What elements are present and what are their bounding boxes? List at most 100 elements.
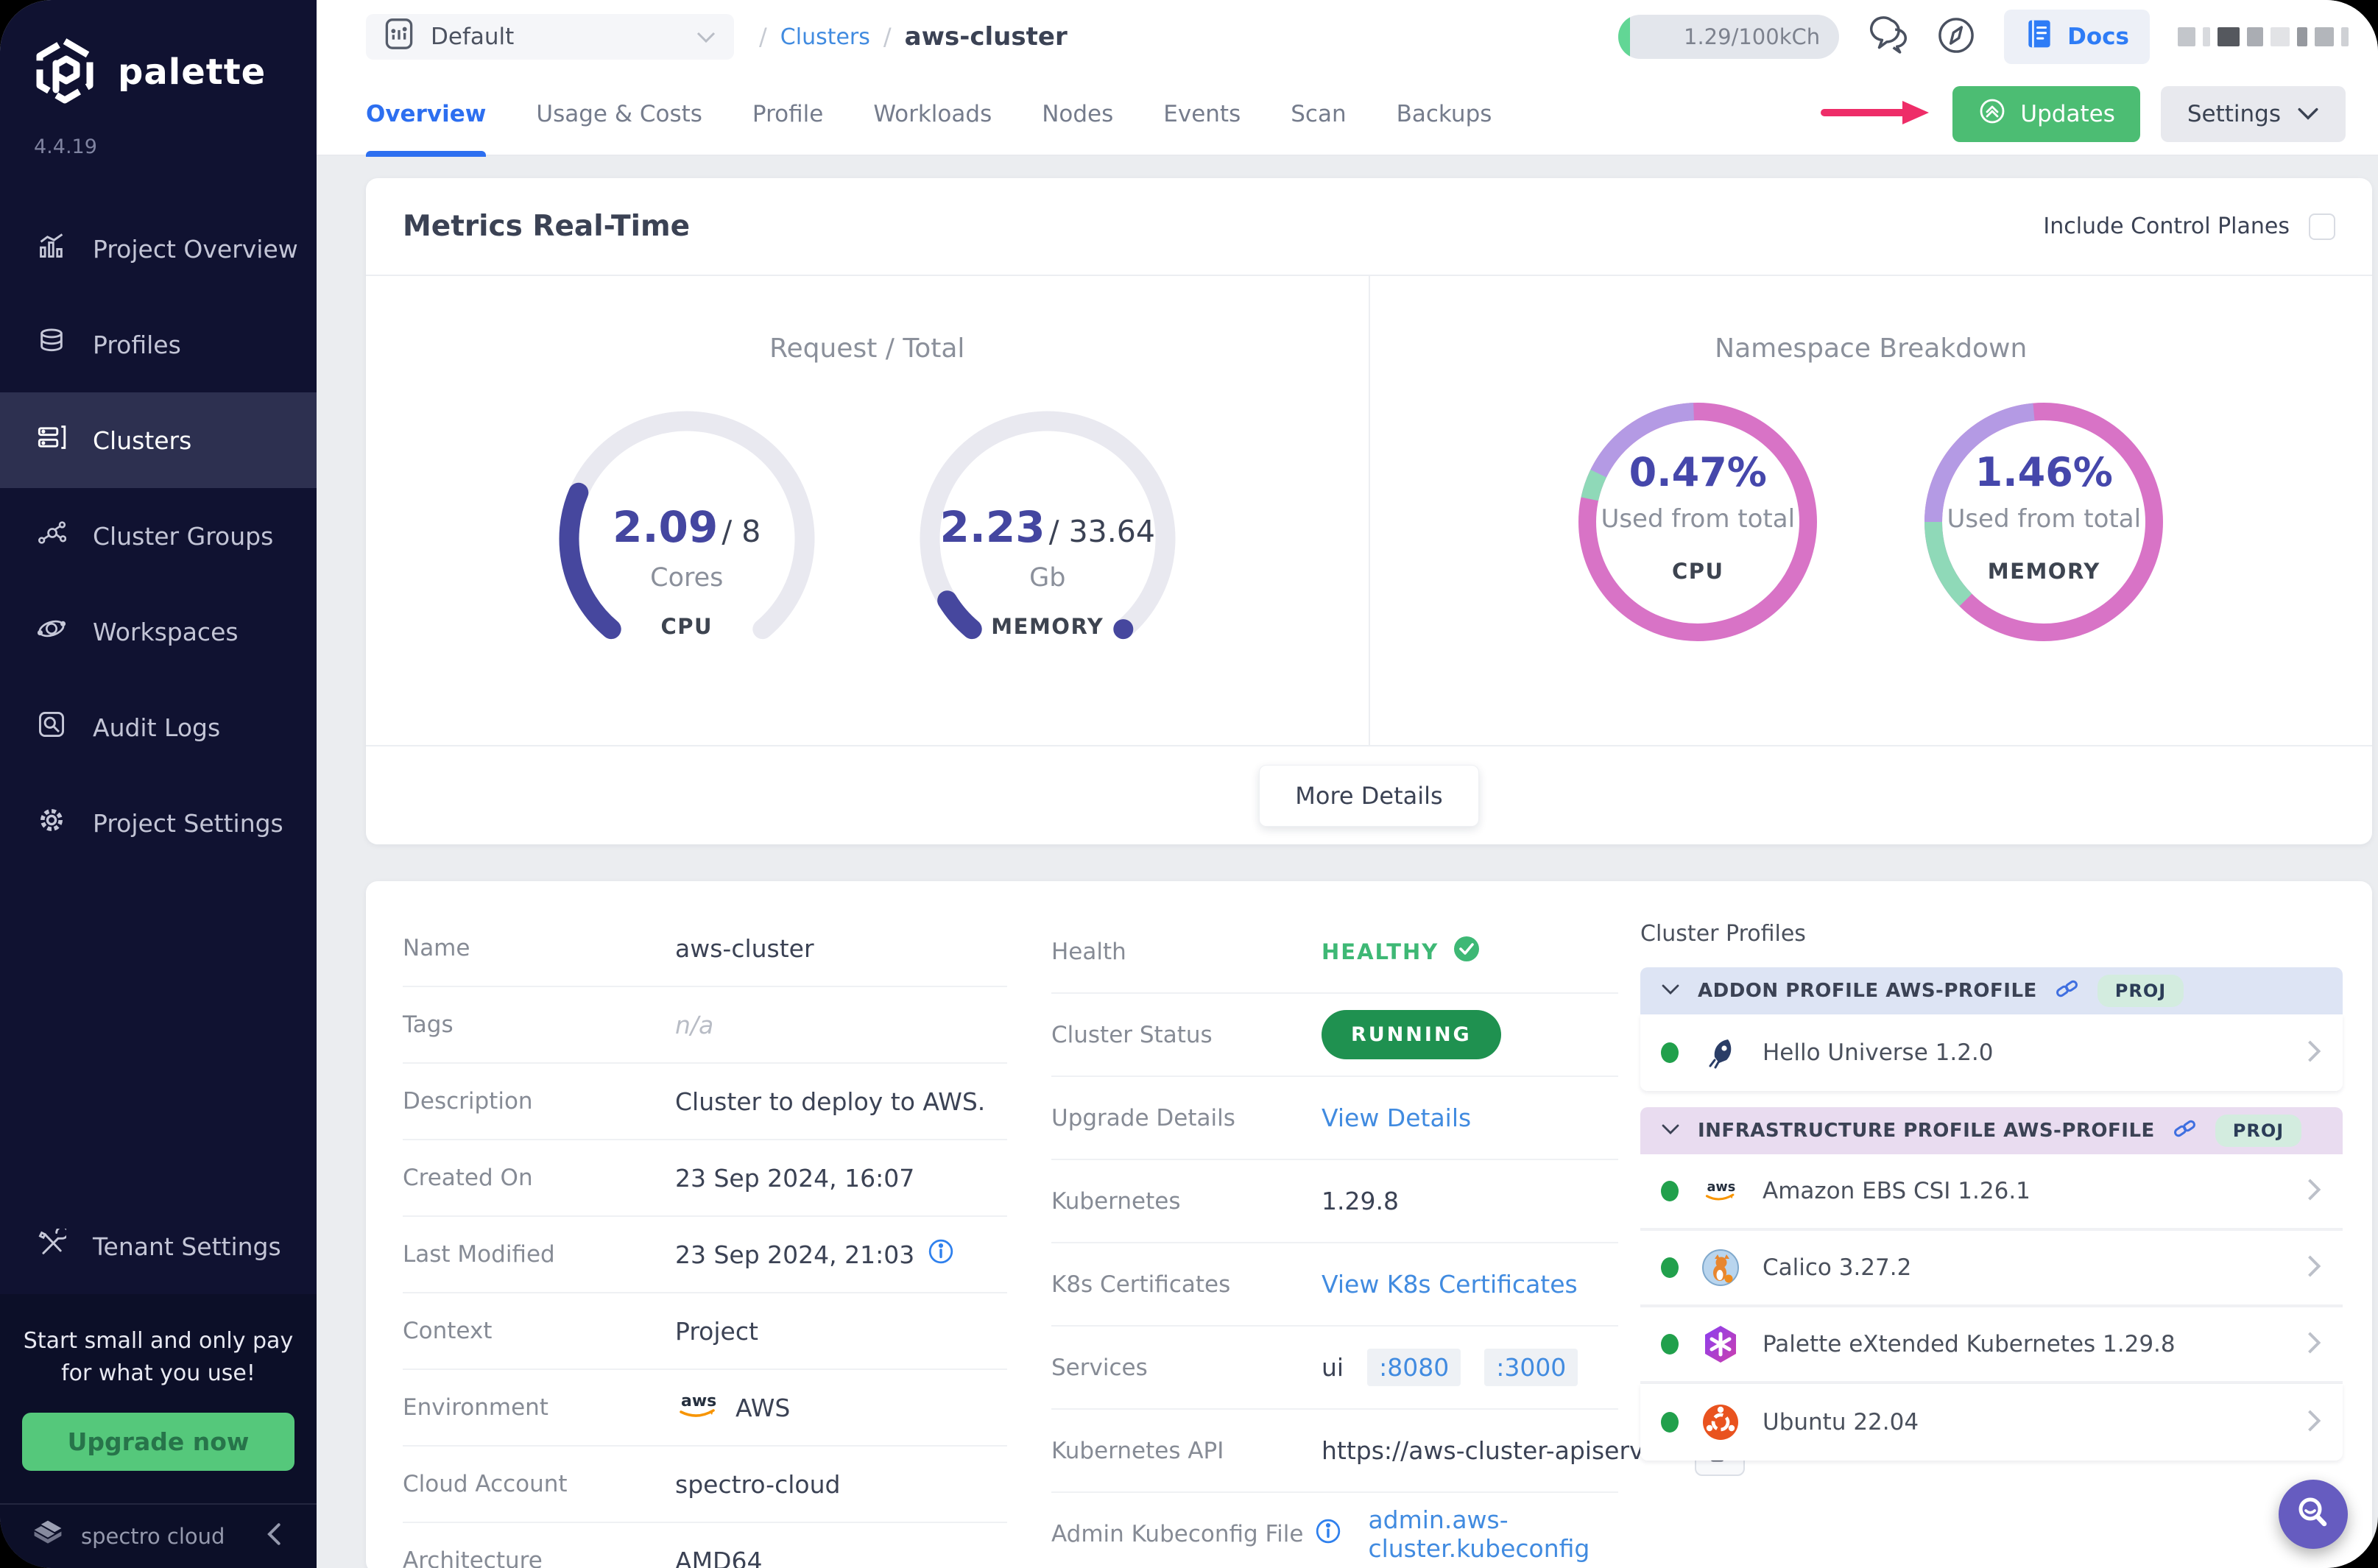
include-control-planes-checkbox[interactable]	[2309, 213, 2335, 240]
upgrade-promo: Start small and only pay for what you us…	[0, 1294, 317, 1503]
sidebar-item-project-overview[interactable]: Project Overview	[0, 201, 317, 297]
detail-value: n/a	[675, 1010, 714, 1039]
sidebar-item-clusters[interactable]: Clusters	[0, 392, 317, 488]
chevron-right-icon	[2306, 1177, 2322, 1205]
chevron-down-icon	[1661, 980, 1680, 1002]
sidebar: palette 4.4.19 Project Overview Profiles…	[0, 0, 317, 1568]
info-icon[interactable]	[1315, 1518, 1341, 1550]
status-row-certificates: K8s Certificates View K8s Certificates	[1051, 1243, 1618, 1327]
project-selector[interactable]: Default	[366, 14, 734, 60]
tab-backups[interactable]: Backups	[1397, 73, 1492, 155]
profile-row-ubuntu[interactable]: Ubuntu 22.04	[1640, 1384, 2343, 1461]
metrics-body: Request / Total 2.09 / 8 Cores CPU 2.23 …	[366, 276, 2372, 745]
footer-brand-text: spectro cloud	[81, 1524, 225, 1549]
status-dot	[1661, 1181, 1679, 1201]
chart-icon	[37, 231, 66, 266]
sidebar-item-project-settings[interactable]: Project Settings	[0, 775, 317, 871]
sidebar-item-label: Audit Logs	[93, 713, 221, 742]
sidebar-item-audit-logs[interactable]: Audit Logs	[0, 679, 317, 775]
detail-row-context: Context Project	[403, 1293, 1007, 1370]
svg-text:aws: aws	[681, 1392, 716, 1410]
tab-scan[interactable]: Scan	[1291, 73, 1346, 155]
healthy-check-icon	[1452, 934, 1481, 970]
breadcrumb-slash: /	[883, 23, 892, 51]
settings-button[interactable]: Settings	[2160, 86, 2346, 142]
calico-icon	[1701, 1248, 1740, 1288]
profile-row-calico[interactable]: Calico 3.27.2	[1640, 1231, 2343, 1307]
detail-label: Environment	[403, 1394, 548, 1421]
request-total-panel: Request / Total 2.09 / 8 Cores CPU 2.23 …	[366, 276, 1370, 745]
cpu-ring-label: CPU	[1671, 558, 1724, 584]
breadcrumb-slash: /	[759, 23, 767, 51]
addon-profile-header[interactable]: ADDON PROFILE AWS-PROFILE PROJ	[1640, 967, 2343, 1014]
service-port-link[interactable]: :3000	[1484, 1349, 1578, 1386]
sidebar-item-cluster-groups[interactable]: Cluster Groups	[0, 488, 317, 584]
chat-icon[interactable]	[1867, 16, 1908, 57]
include-control-planes-label: Include Control Planes	[2043, 213, 2290, 239]
sidebar-item-workspaces[interactable]: Workspaces	[0, 584, 317, 679]
sidebar-item-label: Workspaces	[93, 617, 239, 646]
sidebar-item-label: Cluster Groups	[93, 521, 274, 551]
profile-row-amazon-ebs[interactable]: aws Amazon EBS CSI 1.26.1	[1640, 1154, 2343, 1231]
tab-usage-costs[interactable]: Usage & Costs	[536, 73, 702, 155]
chevron-right-icon	[2306, 1254, 2322, 1282]
status-row-kubernetes: Kubernetes 1.29.8	[1051, 1160, 1618, 1243]
profile-pack-name: Calico 3.27.2	[1763, 1254, 1912, 1281]
chevron-right-icon	[2306, 1408, 2322, 1436]
namespace-title: Namespace Breakdown	[1715, 333, 2028, 364]
infrastructure-profile-header[interactable]: INFRASTRUCTURE PROFILE AWS-PROFILE PROJ	[1640, 1107, 2343, 1154]
brand-logo: palette	[0, 0, 317, 107]
usage-quota-pill: 1.29/100kCh	[1618, 15, 1840, 59]
collapse-sidebar-icon[interactable]	[264, 1522, 286, 1552]
request-total-title: Request / Total	[769, 333, 965, 364]
memory-used: 2.23	[939, 502, 1045, 552]
status-label: Health	[1051, 938, 1126, 965]
tab-actions: Updates Settings	[1820, 86, 2346, 142]
memory-namespace-ring: 1.46% Used from total MEMORY	[1922, 400, 2165, 643]
status-label: Admin Kubeconfig File	[1051, 1520, 1304, 1547]
tab-profile[interactable]: Profile	[752, 73, 823, 155]
docs-button[interactable]: Docs	[2004, 10, 2150, 64]
detail-label: Cloud Account	[403, 1471, 568, 1497]
status-dot	[1661, 1412, 1679, 1433]
palette-logo-icon	[31, 37, 99, 107]
kubeconfig-file-link[interactable]: admin.aws-cluster.kubeconfig	[1368, 1505, 1618, 1563]
sidebar-footer: spectro cloud	[0, 1503, 317, 1568]
detail-value: Project	[675, 1316, 758, 1346]
tab-nodes[interactable]: Nodes	[1042, 73, 1113, 155]
profile-row-hello-universe[interactable]: Hello Universe 1.2.0	[1640, 1014, 2343, 1091]
tab-workloads[interactable]: Workloads	[873, 73, 992, 155]
info-icon[interactable]	[928, 1238, 954, 1271]
service-port-link[interactable]: :8080	[1367, 1349, 1461, 1386]
memory-gauge-unit: Gb	[1029, 563, 1066, 593]
sidebar-item-label: Profiles	[93, 330, 181, 359]
sidebar-item-tenant-settings[interactable]: Tenant Settings	[0, 1198, 317, 1294]
hello-universe-icon	[1701, 1033, 1740, 1073]
compass-icon[interactable]	[1936, 15, 1976, 58]
search-help-fab[interactable]	[2279, 1480, 2348, 1549]
upgrade-now-button[interactable]: Upgrade now	[21, 1413, 295, 1471]
infrastructure-profile-title: INFRASTRUCTURE PROFILE AWS-PROFILE	[1698, 1120, 2155, 1142]
updates-button[interactable]: Updates	[1952, 86, 2140, 142]
tab-overview[interactable]: Overview	[366, 73, 487, 157]
detail-value: 23 Sep 2024, 16:07	[675, 1163, 915, 1193]
project-selector-value: Default	[431, 24, 515, 50]
breadcrumb-current: aws-cluster	[904, 22, 1068, 52]
cpu-gauge-value: 2.09 / 8	[547, 502, 827, 552]
tools-icon	[37, 1226, 69, 1264]
view-k8s-certificates-link[interactable]: View K8s Certificates	[1322, 1270, 1578, 1299]
status-label: Services	[1051, 1354, 1148, 1381]
cpu-ring-text: 0.47% Used from total CPU	[1576, 395, 1819, 638]
breadcrumb-clusters-link[interactable]: Clusters	[780, 24, 870, 50]
view-details-link[interactable]: View Details	[1322, 1103, 1471, 1132]
promo-text-line1: Start small and only pay	[23, 1328, 294, 1354]
profile-row-palette-kubernetes[interactable]: Palette eXtended Kubernetes 1.29.8	[1640, 1307, 2343, 1384]
cpu-total: / 8	[721, 514, 761, 549]
more-details-button[interactable]: More Details	[1259, 764, 1479, 827]
metrics-card: Metrics Real-Time Include Control Planes…	[366, 178, 2372, 844]
status-row-kubernetes-api: Kubernetes API https://aws-cluster-apise…	[1051, 1410, 1746, 1493]
detail-row-tags: Tags n/a	[403, 987, 1007, 1064]
tab-events[interactable]: Events	[1163, 73, 1241, 155]
cpu-gauge-unit: Cores	[650, 563, 724, 593]
sidebar-item-profiles[interactable]: Profiles	[0, 297, 317, 392]
